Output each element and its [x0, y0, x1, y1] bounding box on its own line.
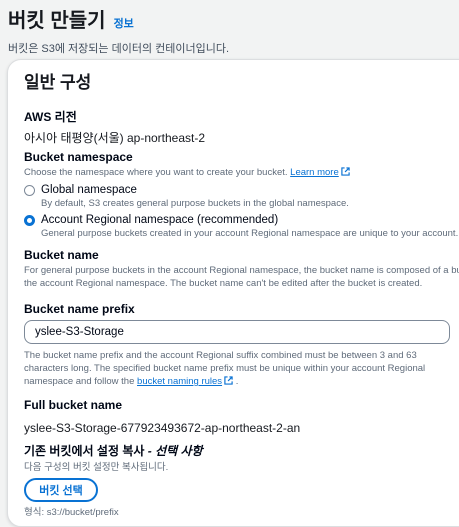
full-bucket-name-field: Full bucket name yslee-S3-Storage-677923… — [24, 398, 300, 435]
general-configuration-panel: 일반 구성 AWS 리전 아시아 태평양(서울) ap-northeast-2 … — [7, 59, 459, 527]
radio-account-regional-namespace[interactable]: Account Regional namespace (recommended)… — [24, 214, 459, 240]
namespace-description: Choose the namespace where you want to c… — [24, 166, 459, 179]
region-label: AWS 리전 — [24, 110, 77, 124]
page-header: 버킷 만들기 정보 버킷은 S3에 저장되는 데이터의 컨테이너입니다. — [8, 4, 459, 56]
radio-global-namespace[interactable]: Global namespace By default, S3 creates … — [24, 184, 459, 210]
bucket-prefix-input[interactable]: yslee-S3-Storage — [24, 320, 450, 344]
naming-rules-link[interactable]: bucket naming rules — [137, 376, 233, 387]
account-regional-description: General purpose buckets created in your … — [41, 228, 459, 239]
prefix-description-2: characters long. The specified bucket na… — [24, 363, 426, 374]
full-bucket-name-label: Full bucket name — [24, 398, 123, 412]
account-regional-label: Account Regional namespace (recommended) — [41, 214, 279, 226]
region-field: AWS 리전 아시아 태평양(서울) ap-northeast-2 — [24, 108, 205, 146]
global-namespace-label: Global namespace — [41, 184, 137, 196]
namespace-label: Bucket namespace — [24, 150, 133, 164]
bucket-name-field: Bucket name For general purpose buckets … — [24, 248, 459, 290]
external-link-icon — [224, 376, 233, 385]
section-title: 일반 구성 — [24, 73, 92, 92]
copy-settings-description: 다음 구성의 버킷 설정만 복사됩니다. — [24, 462, 169, 473]
learn-more-link[interactable]: Learn more — [290, 167, 350, 178]
external-link-icon — [341, 167, 350, 176]
bucket-name-label: Bucket name — [24, 248, 99, 262]
radio-button-account-regional[interactable] — [24, 215, 35, 226]
full-bucket-name-value: yslee-S3-Storage-677923493672-ap-northea… — [24, 421, 301, 435]
region-value: 아시아 태평양(서울) ap-northeast-2 — [24, 131, 206, 145]
copy-settings-field: 기존 버킷에서 설정 복사 - 선택 사항 다음 구성의 버킷 설정만 복사됩니… — [24, 442, 203, 519]
copy-settings-label: 기존 버킷에서 설정 복사 - 선택 사항 — [24, 444, 203, 458]
bucket-name-description-2: the account Regional namespace. The buck… — [24, 278, 423, 289]
choose-bucket-button[interactable]: 버킷 선택 — [24, 478, 98, 502]
prefix-description-1: The bucket name prefix and the account R… — [24, 350, 417, 361]
radio-button-global[interactable] — [24, 185, 35, 196]
bucket-prefix-value: yslee-S3-Storage — [35, 326, 124, 338]
optional-tag: - 선택 사항 — [147, 444, 203, 458]
prefix-description-3: namespace and follow the bucket naming r… — [24, 376, 239, 387]
info-link[interactable]: 정보 — [114, 15, 134, 31]
page-description: 버킷은 S3에 저장되는 데이터의 컨테이너입니다. — [8, 43, 230, 55]
format-hint: 형식: s3://bucket/prefix — [24, 507, 119, 518]
namespace-field: Bucket namespace Choose the namespace wh… — [24, 150, 459, 240]
page-title: 버킷 만들기 — [8, 10, 106, 32]
bucket-name-description-1: For general purpose buckets in the accou… — [24, 265, 459, 276]
global-namespace-description: By default, S3 creates general purpose b… — [41, 198, 349, 209]
bucket-prefix-label: Bucket name prefix — [24, 302, 135, 316]
bucket-prefix-field: Bucket name prefix yslee-S3-Storage The … — [24, 302, 450, 388]
